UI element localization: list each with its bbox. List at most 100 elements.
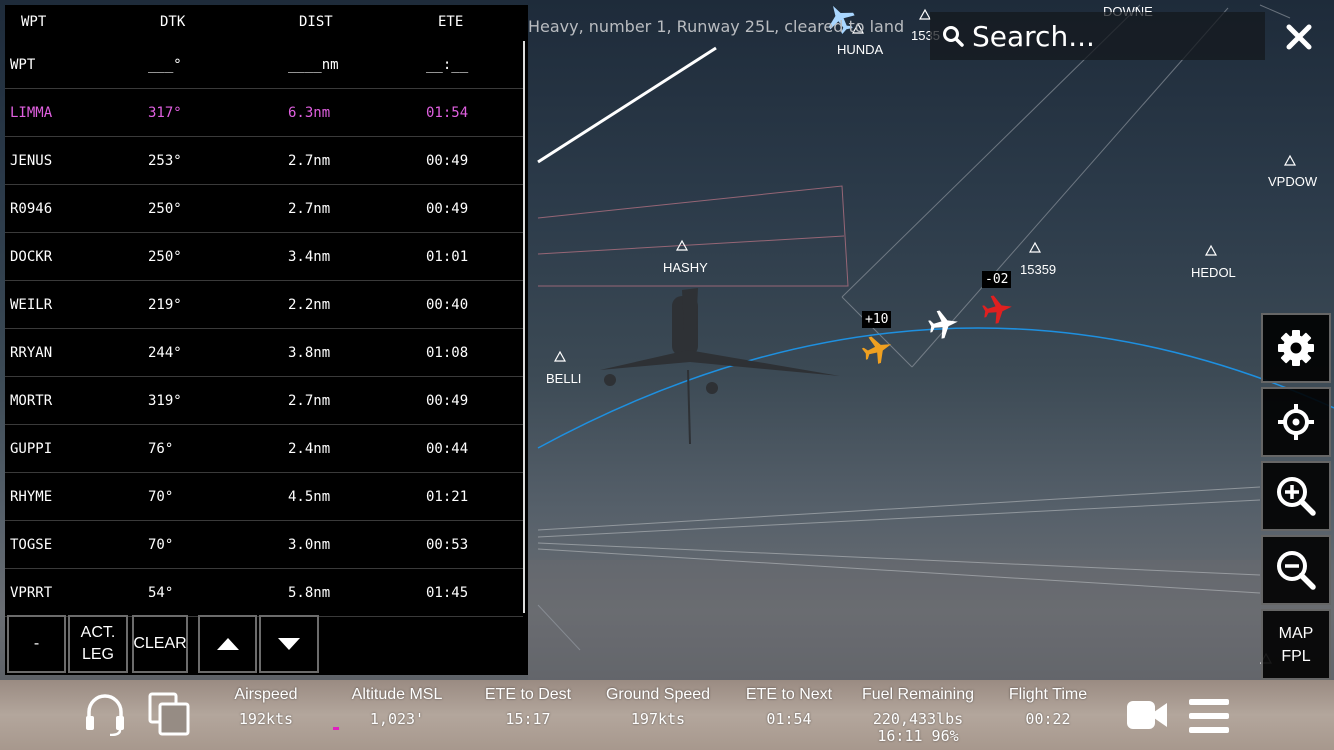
move-down-button[interactable] [259, 615, 319, 673]
altitude-value: 1,023' [369, 710, 425, 728]
fuel-value-weight: 220,433lbs [872, 710, 964, 728]
search-icon [943, 26, 964, 47]
approach-corridor [537, 4, 1291, 651]
waypoint-label-belli: BELLI [546, 371, 582, 386]
fpl-cell-ete: __:__ [426, 57, 469, 73]
gear-icon [1278, 330, 1314, 366]
center-map-button[interactable] [1261, 387, 1331, 457]
fpl-cell-wpt: MORTR [10, 393, 53, 409]
fpl-cell-wpt: GUPPI [10, 441, 53, 457]
fpl-cell-wpt: LIMMA [10, 105, 53, 121]
bottom-status-bar: Airspeed 192kts Altitude MSL 1,023' ETE … [0, 680, 1334, 750]
fpl-row[interactable]: GUPPI 76° 2.4nm 00:44 [5, 425, 523, 473]
flight-plan-panel: WPT DTK DIST ETE WPT ___° ____nm __:__ LIMMA… [5, 5, 528, 675]
ground-speed-value: 197kts [630, 710, 686, 728]
fpl-cell-dist: 6.3nm [288, 105, 331, 121]
fpl-list[interactable]: WPT ___° ____nm __:__ LIMMA 317° 6.3nm 01:54 JEN… [5, 41, 523, 617]
camera-icon[interactable] [1126, 700, 1168, 730]
fpl-cell-dtk: 76° [148, 441, 174, 457]
fpl-cell-ete: 00:44 [426, 441, 469, 457]
fpl-cell-dtk: 54° [148, 585, 174, 601]
fpl-row[interactable]: WEILR 219° 2.2nm 00:40 [5, 281, 523, 329]
stat-ete-next: ETE to Next 01:54 [738, 686, 840, 728]
fpl-cell-dist: 2.2nm [288, 297, 331, 313]
altitude-trend-indicator [333, 727, 339, 730]
fpl-header: WPT DTK DIST ETE [5, 5, 528, 39]
fpl-cell-dtk: 219° [148, 297, 182, 313]
search-input[interactable] [970, 18, 1254, 54]
fpl-cell-ete: 00:49 [426, 153, 469, 169]
clear-button-label: CLEAR [133, 635, 187, 652]
fpl-row[interactable]: DOCKR 250° 3.4nm 01:01 [5, 233, 523, 281]
map-fpl-label-line2: FPL [1281, 647, 1311, 665]
flight-plan-leg [537, 46, 717, 164]
move-up-button[interactable] [198, 615, 257, 673]
fpl-row[interactable]: R0946 250° 2.7nm 00:49 [5, 185, 523, 233]
fpl-scrollbar[interactable] [523, 41, 525, 613]
fpl-row[interactable]: RHYME 70° 4.5nm 01:21 [5, 473, 523, 521]
fpl-cell-wpt: TOGSE [10, 537, 53, 553]
search-bar [930, 12, 1265, 60]
fpl-cell-dtk: 319° [148, 393, 182, 409]
fuel-label: Fuel Remaining [861, 686, 975, 703]
route-arc [537, 327, 1334, 449]
zoom-in-button[interactable] [1261, 461, 1331, 531]
fpl-row[interactable]: TOGSE 70° 3.0nm 00:53 [5, 521, 523, 569]
fpl-row[interactable]: WPT ___° ____nm __:__ [5, 41, 523, 89]
waypoint-label-hedol: HEDOL [1191, 265, 1236, 280]
ground-haze [528, 560, 1334, 680]
fpl-cell-wpt: RRYAN [10, 345, 53, 361]
fpl-header-ete: ETE [438, 14, 464, 30]
map-fpl-toggle-button[interactable]: MAP FPL [1261, 609, 1331, 680]
ete-next-label: ETE to Next [745, 686, 833, 703]
fpl-cell-dist: 3.8nm [288, 345, 331, 361]
ete-dest-value: 15:17 [505, 710, 551, 728]
waypoint-label-15359: 15359 [1020, 262, 1057, 277]
copy-windows-icon[interactable] [148, 692, 192, 736]
stat-altitude: Altitude MSL 1,023' [345, 686, 449, 728]
fpl-row[interactable]: RRYAN 244° 3.8nm 01:08 [5, 329, 523, 377]
ground-speed-label: Ground Speed [605, 686, 711, 703]
ete-dest-label: ETE to Dest [484, 686, 572, 703]
waypoint-label-hashy: HASHY [663, 260, 708, 275]
headset-icon[interactable] [84, 692, 126, 736]
fpl-cell-dist: 3.4nm [288, 249, 331, 265]
arrow-up-icon [216, 638, 239, 650]
fpl-row[interactable]: VPRRT 54° 5.8nm 01:45 [5, 569, 523, 617]
clear-button[interactable]: CLEAR [132, 615, 188, 673]
stat-airspeed: Airspeed 192kts [226, 686, 306, 728]
fpl-cell-dist: 2.7nm [288, 393, 331, 409]
fpl-row[interactable]: MORTR 319° 2.7nm 00:49 [5, 377, 523, 425]
minus-button[interactable]: - [7, 615, 66, 673]
act-leg-button[interactable]: ACT. LEG [68, 615, 128, 673]
close-icon[interactable] [1282, 22, 1316, 52]
fpl-cell-dtk: 317° [148, 105, 182, 121]
waypoint-label-hunda: HUNDA [837, 42, 884, 57]
fpl-header-dist: DIST [299, 14, 333, 30]
fpl-cell-ete: 01:01 [426, 249, 469, 265]
fpl-cell-ete: 01:54 [426, 105, 469, 121]
fpl-cell-wpt: RHYME [10, 489, 53, 505]
fpl-header-dtk: DTK [160, 14, 186, 30]
map-fpl-label-line1: MAP [1278, 624, 1314, 642]
menu-icon[interactable] [1189, 699, 1229, 733]
fpl-cell-ete: 01:08 [426, 345, 469, 361]
traffic-red-icon[interactable] [981, 293, 1014, 326]
flight-time-label: Flight Time [1008, 686, 1088, 703]
waypoint-label-vpdow: VPDOW [1268, 174, 1318, 189]
fpl-cell-dist: 2.7nm [288, 153, 331, 169]
minus-button-label: - [33, 635, 40, 652]
fpl-cell-wpt: JENUS [10, 153, 53, 169]
settings-button[interactable] [1261, 313, 1331, 383]
stat-ground-speed: Ground Speed 197kts [600, 686, 716, 728]
fpl-cell-ete: 01:45 [426, 585, 469, 601]
zoom-out-button[interactable] [1261, 535, 1331, 605]
fpl-row[interactable]: JENUS 253° 2.7nm 00:49 [5, 137, 523, 185]
fpl-cell-ete: 00:49 [426, 393, 469, 409]
fpl-row-active[interactable]: LIMMA 317° 6.3nm 01:54 [5, 89, 523, 137]
fpl-cell-dtk: 253° [148, 153, 182, 169]
fpl-cell-wpt: WPT [10, 57, 36, 73]
fpl-cell-dtk: 70° [148, 537, 174, 553]
fpl-cell-dist: 2.4nm [288, 441, 331, 457]
fpl-cell-wpt: VPRRT [10, 585, 53, 601]
